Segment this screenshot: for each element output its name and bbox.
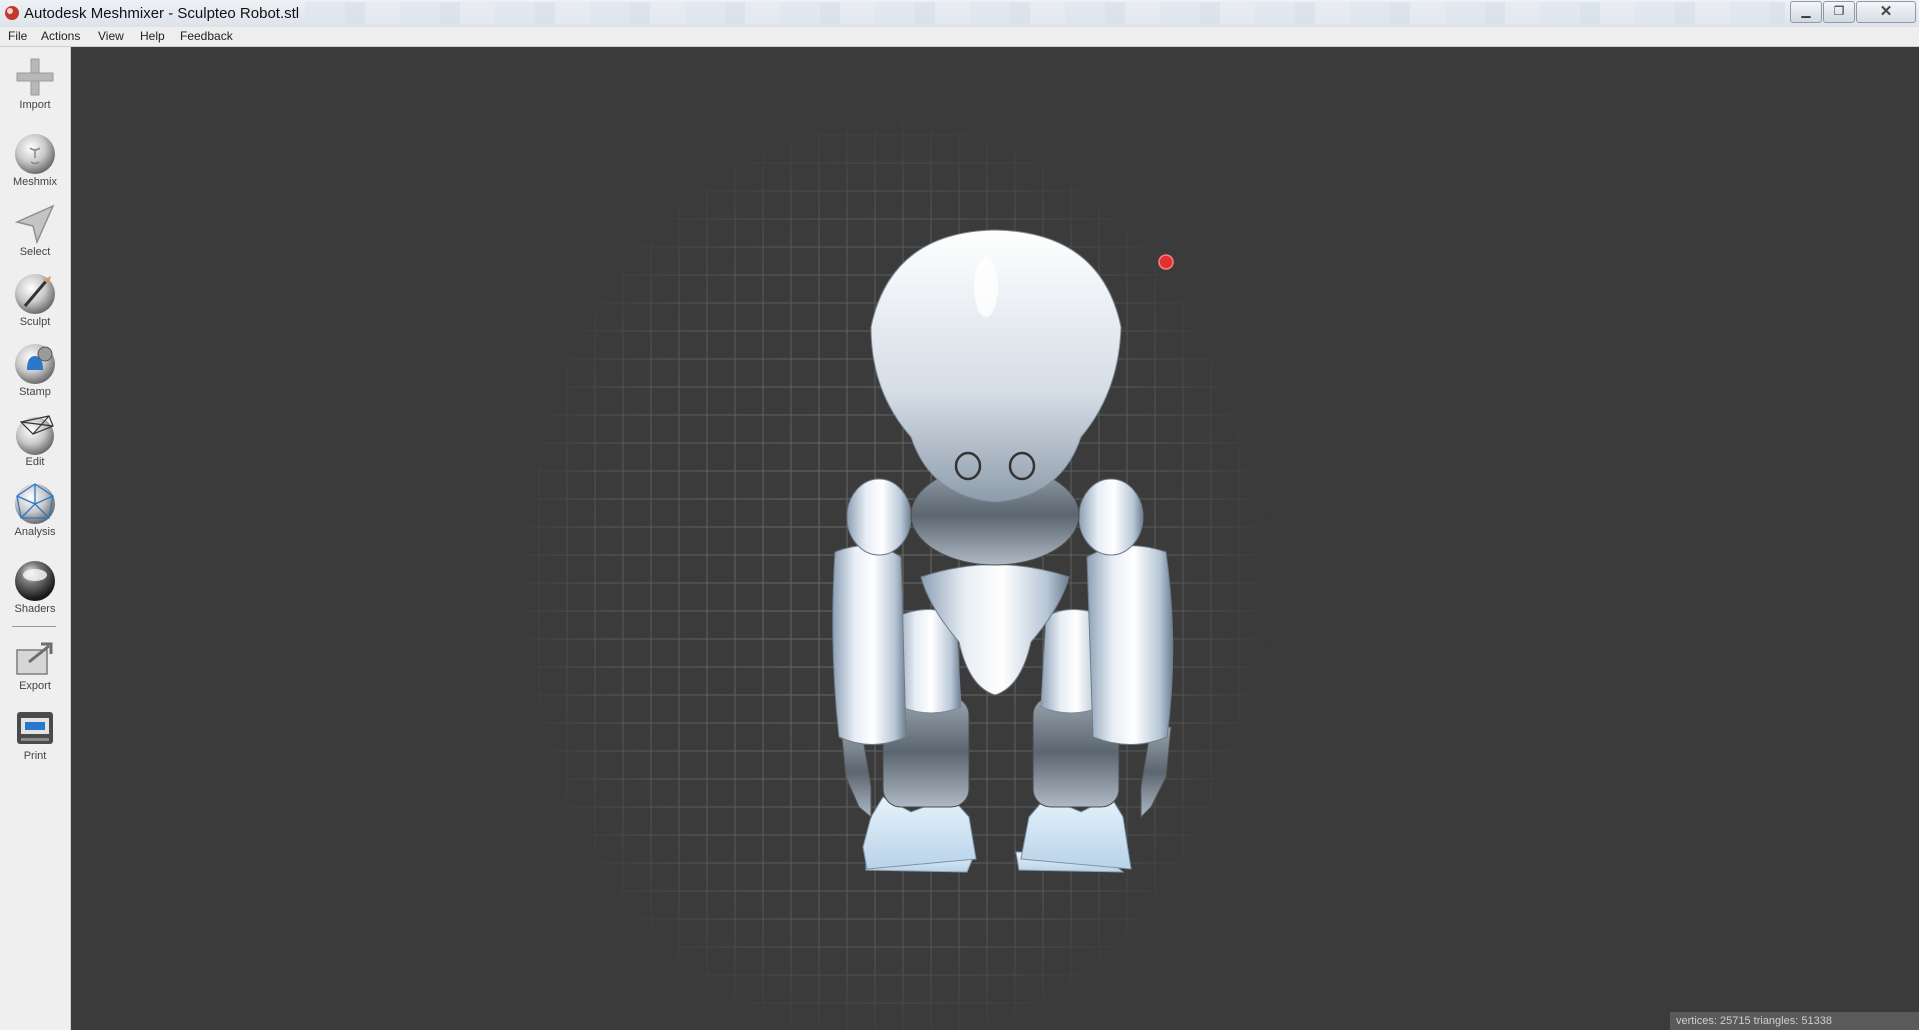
menu-view[interactable]: View <box>98 29 124 43</box>
toolbar-select[interactable]: Select <box>0 202 70 268</box>
maximize-button[interactable]: ❐ <box>1823 1 1855 23</box>
menu-actions[interactable]: Actions <box>41 29 80 43</box>
edit-sphere-icon <box>16 415 54 455</box>
mesh-stats-status: vertices: 25715 triangles: 51338 <box>1670 1012 1919 1030</box>
toolbar-separator <box>12 626 56 627</box>
title-bar: Autodesk Meshmixer - Sculpteo Robot.stl … <box>0 0 1919 28</box>
brush-sphere-icon <box>15 274 55 314</box>
toolbar-label: Print <box>23 750 47 762</box>
title-bar-glass <box>305 2 1785 24</box>
toolbar-edit[interactable]: Edit <box>0 412 70 478</box>
toolbar-label: Export <box>19 680 51 692</box>
close-button[interactable]: ✕ <box>1856 1 1916 23</box>
toolbar-print[interactable]: Print <box>0 706 70 772</box>
toolbar-label: Stamp <box>19 386 51 398</box>
pivot-marker[interactable] <box>1158 254 1174 270</box>
left-toolbar: Import Meshmix Select Sculpt Stamp Edit … <box>0 47 71 1030</box>
meshmix-sphere-icon <box>15 134 55 174</box>
toolbar-label: Sculpt <box>19 316 51 328</box>
toolbar-label: Shaders <box>14 603 56 615</box>
toolbar-import[interactable]: Import <box>0 55 70 121</box>
scene-canvas <box>510 106 1271 1030</box>
stamp-sphere-icon <box>15 344 55 384</box>
window-title: Autodesk Meshmixer - Sculpteo Robot.stl <box>24 5 300 22</box>
toolbar-meshmix[interactable]: Meshmix <box>0 132 70 198</box>
toolbar-label: Analysis <box>14 526 56 538</box>
meshmixer-app-icon <box>5 6 19 20</box>
3d-viewport[interactable] <box>71 47 1919 1030</box>
menu-bar: File Actions View Help Feedback <box>0 27 1919 47</box>
toolbar-stamp[interactable]: Stamp <box>0 342 70 408</box>
robot-model <box>832 229 1174 873</box>
toolbar-label: Import <box>19 99 51 111</box>
printer-icon <box>17 712 53 744</box>
toolbar-label: Meshmix <box>12 176 57 188</box>
toolbar-analysis[interactable]: Analysis <box>0 482 70 548</box>
toolbar-export[interactable]: Export <box>0 636 70 702</box>
toolbar-label: Select <box>19 246 51 258</box>
toolbar-label: Edit <box>25 456 45 468</box>
toolbar-sculpt[interactable]: Sculpt <box>0 272 70 338</box>
shader-sphere-icon <box>15 561 55 601</box>
plus-icon <box>16 58 54 96</box>
arrow-icon <box>14 204 55 245</box>
analysis-sphere-icon <box>15 483 55 524</box>
menu-help[interactable]: Help <box>140 29 165 43</box>
menu-feedback[interactable]: Feedback <box>180 29 233 43</box>
menu-file[interactable]: File <box>8 29 27 43</box>
minimize-button[interactable]: ▁ <box>1790 1 1822 23</box>
toolbar-shaders[interactable]: Shaders <box>0 559 70 625</box>
export-icon <box>16 642 53 675</box>
